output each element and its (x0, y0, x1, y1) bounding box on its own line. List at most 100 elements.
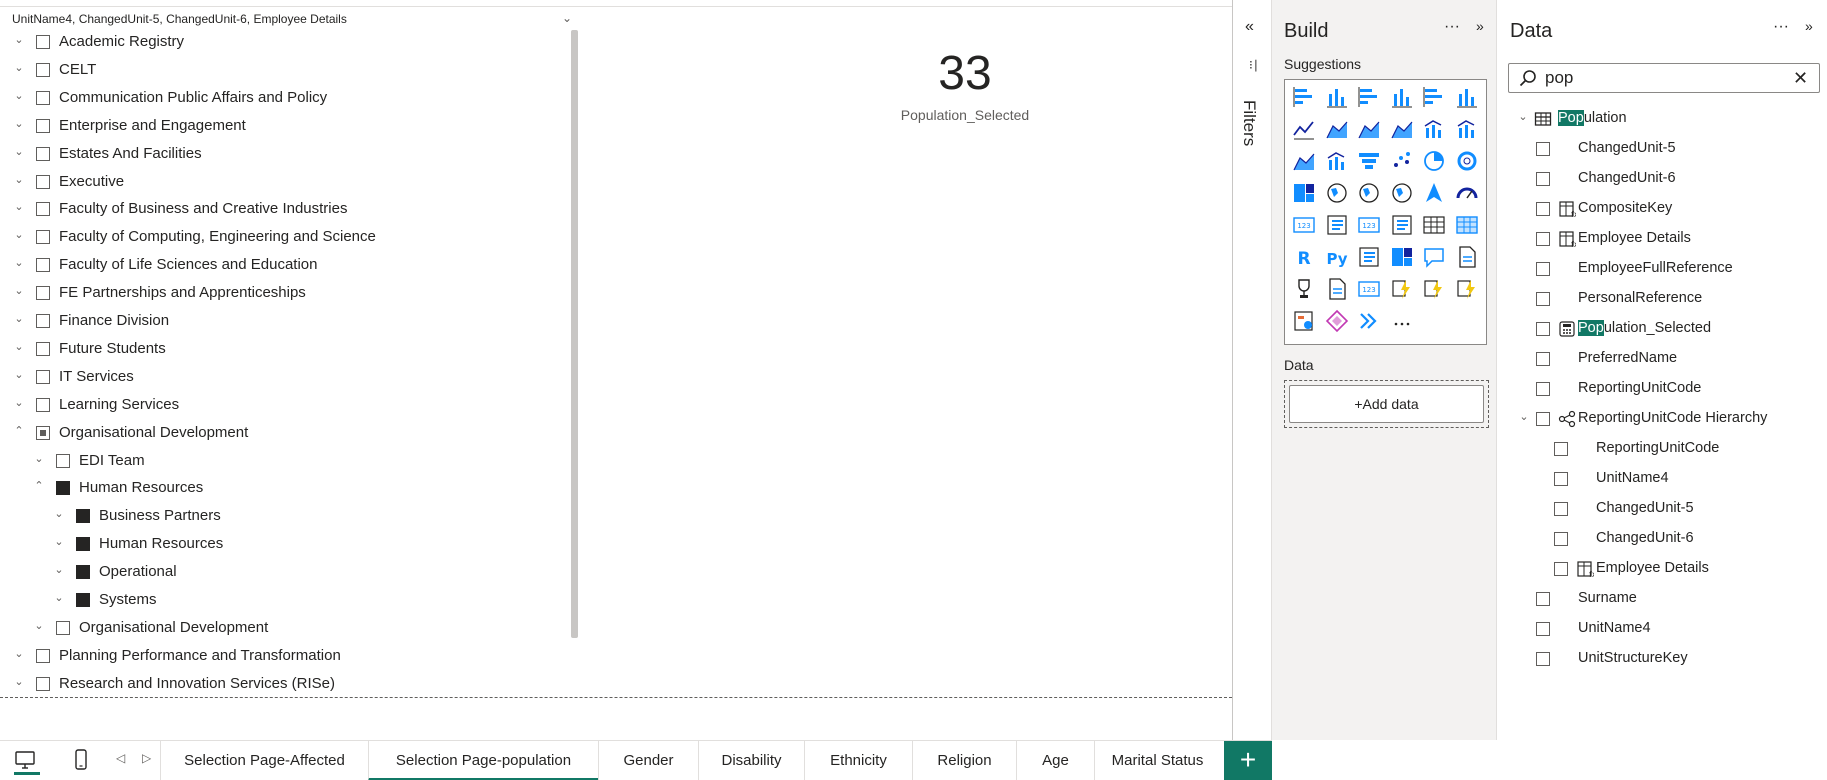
slicer-checkbox[interactable] (76, 593, 90, 607)
slicer-item[interactable]: ⌄ Faculty of Computing, Engineering and S… (0, 225, 560, 249)
field-checkbox[interactable] (1536, 382, 1550, 396)
mobile-layout-icon[interactable] (72, 749, 92, 775)
field-item[interactable]: PreferredName (1536, 346, 1818, 372)
slicer-item[interactable]: ⌄ Communication Public Affairs and Policy (0, 86, 560, 110)
chevron-down-icon[interactable]: ⌄ (562, 11, 572, 25)
azure-icon[interactable] (1324, 308, 1350, 334)
data-search-box[interactable]: ✕ (1508, 63, 1820, 93)
field-item[interactable]: fxEmployee Details (1554, 556, 1818, 582)
metrics-icon[interactable] (1291, 308, 1317, 334)
slicer-item[interactable]: ⌄ Organisational Development (0, 616, 560, 640)
donut-icon[interactable] (1454, 148, 1480, 174)
clustered-bar-icon[interactable] (1356, 84, 1382, 110)
slicer-icon[interactable] (1389, 212, 1415, 238)
waterfall-icon[interactable] (1324, 148, 1350, 174)
caret-left-icon[interactable]: ◁ (116, 751, 125, 765)
report-canvas[interactable]: UnitName4, ChangedUnit-5, ChangedUnit-6,… (0, 0, 1232, 700)
slicer-checkbox[interactable] (56, 620, 70, 635)
slicer-checkbox[interactable] (36, 397, 50, 412)
filters-pane-collapsed[interactable]: « ⁝∣ Filters (1232, 0, 1272, 740)
r-visual-icon[interactable]: R (1291, 244, 1317, 270)
chevron-down-icon[interactable]: ⌄ (52, 507, 66, 520)
decomposition-tree-icon[interactable] (1389, 244, 1415, 270)
filled-map-icon[interactable] (1356, 180, 1382, 206)
chevron-down-icon[interactable]: ⌄ (12, 200, 26, 213)
chevron-down-icon[interactable]: ⌄ (12, 284, 26, 297)
field-checkbox[interactable] (1536, 592, 1550, 606)
smart-narrative-icon[interactable] (1454, 244, 1480, 270)
scatter-icon[interactable] (1389, 148, 1415, 174)
desktop-layout-icon[interactable] (14, 749, 40, 775)
field-item[interactable]: fxCompositeKey (1536, 196, 1818, 222)
slicer-item[interactable]: ⌄ Systems (0, 588, 560, 612)
field-checkbox[interactable] (1536, 142, 1550, 156)
field-checkbox[interactable] (1536, 412, 1550, 426)
data-more-options-icon[interactable]: ··· (1773, 18, 1789, 36)
slicer-checkbox[interactable] (36, 676, 50, 691)
field-item[interactable]: UnitName4 (1536, 616, 1818, 642)
trophy-icon[interactable] (1291, 276, 1317, 302)
add-page-button[interactable]: + (1224, 741, 1272, 780)
field-checkbox[interactable] (1554, 532, 1568, 546)
slicer-checkbox[interactable] (36, 146, 50, 161)
slicer-item[interactable]: ⌄ CELT (0, 58, 560, 82)
chevron-down-icon[interactable]: ⌄ (12, 396, 26, 409)
slicer-item[interactable]: ⌄ Operational (0, 560, 560, 584)
page-tab[interactable]: Religion (912, 741, 1016, 780)
field-checkbox[interactable] (1536, 622, 1550, 636)
gauge-icon[interactable] (1454, 180, 1480, 206)
chevron-up-icon[interactable]: ⌃ (32, 479, 46, 492)
field-item[interactable]: ReportingUnitCode (1554, 436, 1818, 462)
field-item[interactable]: Surname (1536, 586, 1818, 612)
stacked-bar-icon[interactable] (1291, 84, 1317, 110)
field-item[interactable]: ⌄ ReportingUnitCode Hierarchy (1519, 406, 1818, 432)
chevron-down-icon[interactable]: ⌄ (12, 89, 26, 102)
hierarchy-slicer[interactable]: ⌄ Academic Registry ⌄ CELT ⌄ Communication Pu… (0, 30, 572, 700)
slicer-item[interactable]: ⌃ Organisational Development (0, 421, 560, 445)
slicer-item[interactable]: ⌄ Faculty of Life Sciences and Education (0, 253, 560, 277)
slicer-item[interactable]: ⌄ EDI Team (0, 449, 560, 473)
chevron-down-icon[interactable]: ⌄ (52, 535, 66, 548)
slicer-item[interactable]: ⌄ Faculty of Business and Creative Indust… (0, 197, 560, 221)
page-tab[interactable]: Disability (698, 741, 804, 780)
slicer-new-icon[interactable] (1454, 276, 1480, 302)
caret-right-icon[interactable]: ▷ (142, 751, 151, 765)
field-item[interactable]: fxEmployee Details (1536, 226, 1818, 252)
chevron-down-icon[interactable]: ⌄ (12, 368, 26, 381)
100-bar-icon[interactable] (1421, 84, 1447, 110)
slicer-item[interactable]: ⌄ Enterprise and Engagement (0, 114, 560, 138)
slicer-checkbox[interactable] (76, 509, 90, 524)
chevron-down-icon[interactable]: ⌄ (12, 173, 26, 186)
stacked-column-icon[interactable] (1324, 84, 1350, 110)
slicer-item[interactable]: ⌄ Planning Performance and Transformation (0, 644, 560, 668)
chevron-down-icon[interactable]: ⌄ (12, 340, 26, 353)
slicer-checkbox[interactable] (56, 481, 70, 496)
clustered-column-icon[interactable] (1389, 84, 1415, 110)
filters-label[interactable]: Filters (1237, 100, 1269, 180)
line-column-icon[interactable] (1421, 116, 1447, 142)
field-checkbox[interactable] (1536, 172, 1550, 186)
chevron-down-icon[interactable]: ⌄ (32, 619, 46, 632)
page-tab[interactable]: Ethnicity (804, 741, 912, 780)
power-apps-icon[interactable] (1389, 276, 1415, 302)
page-tab[interactable]: Age (1016, 741, 1094, 780)
double-chevron-left-icon[interactable]: « (1245, 18, 1254, 36)
slicer-item[interactable]: ⌄ Future Students (0, 337, 560, 361)
slicer-checkbox[interactable] (36, 258, 50, 273)
field-item[interactable]: PersonalReference (1536, 286, 1818, 312)
slicer-item[interactable]: ⌄ Business Partners (0, 504, 560, 528)
field-checkbox[interactable] (1536, 352, 1550, 366)
page-tab[interactable]: Gender (598, 741, 698, 780)
double-chevron-right-icon[interactable]: » (1805, 18, 1813, 34)
chevron-down-icon[interactable]: ⌄ (12, 312, 26, 325)
chevron-down-icon[interactable]: ⌄ (12, 675, 26, 688)
python-visual-icon[interactable]: Py (1324, 244, 1350, 270)
field-item[interactable]: UnitName4 (1554, 466, 1818, 492)
field-checkbox[interactable] (1536, 652, 1550, 666)
chevron-down-icon[interactable]: ⌄ (52, 563, 66, 576)
slicer-checkbox[interactable] (36, 174, 50, 189)
card-icon[interactable]: 123 (1291, 212, 1317, 238)
chevron-down-icon[interactable]: ⌄ (1516, 110, 1530, 123)
chevron-down-icon[interactable]: ⌄ (12, 228, 26, 241)
table-icon[interactable] (1421, 212, 1447, 238)
